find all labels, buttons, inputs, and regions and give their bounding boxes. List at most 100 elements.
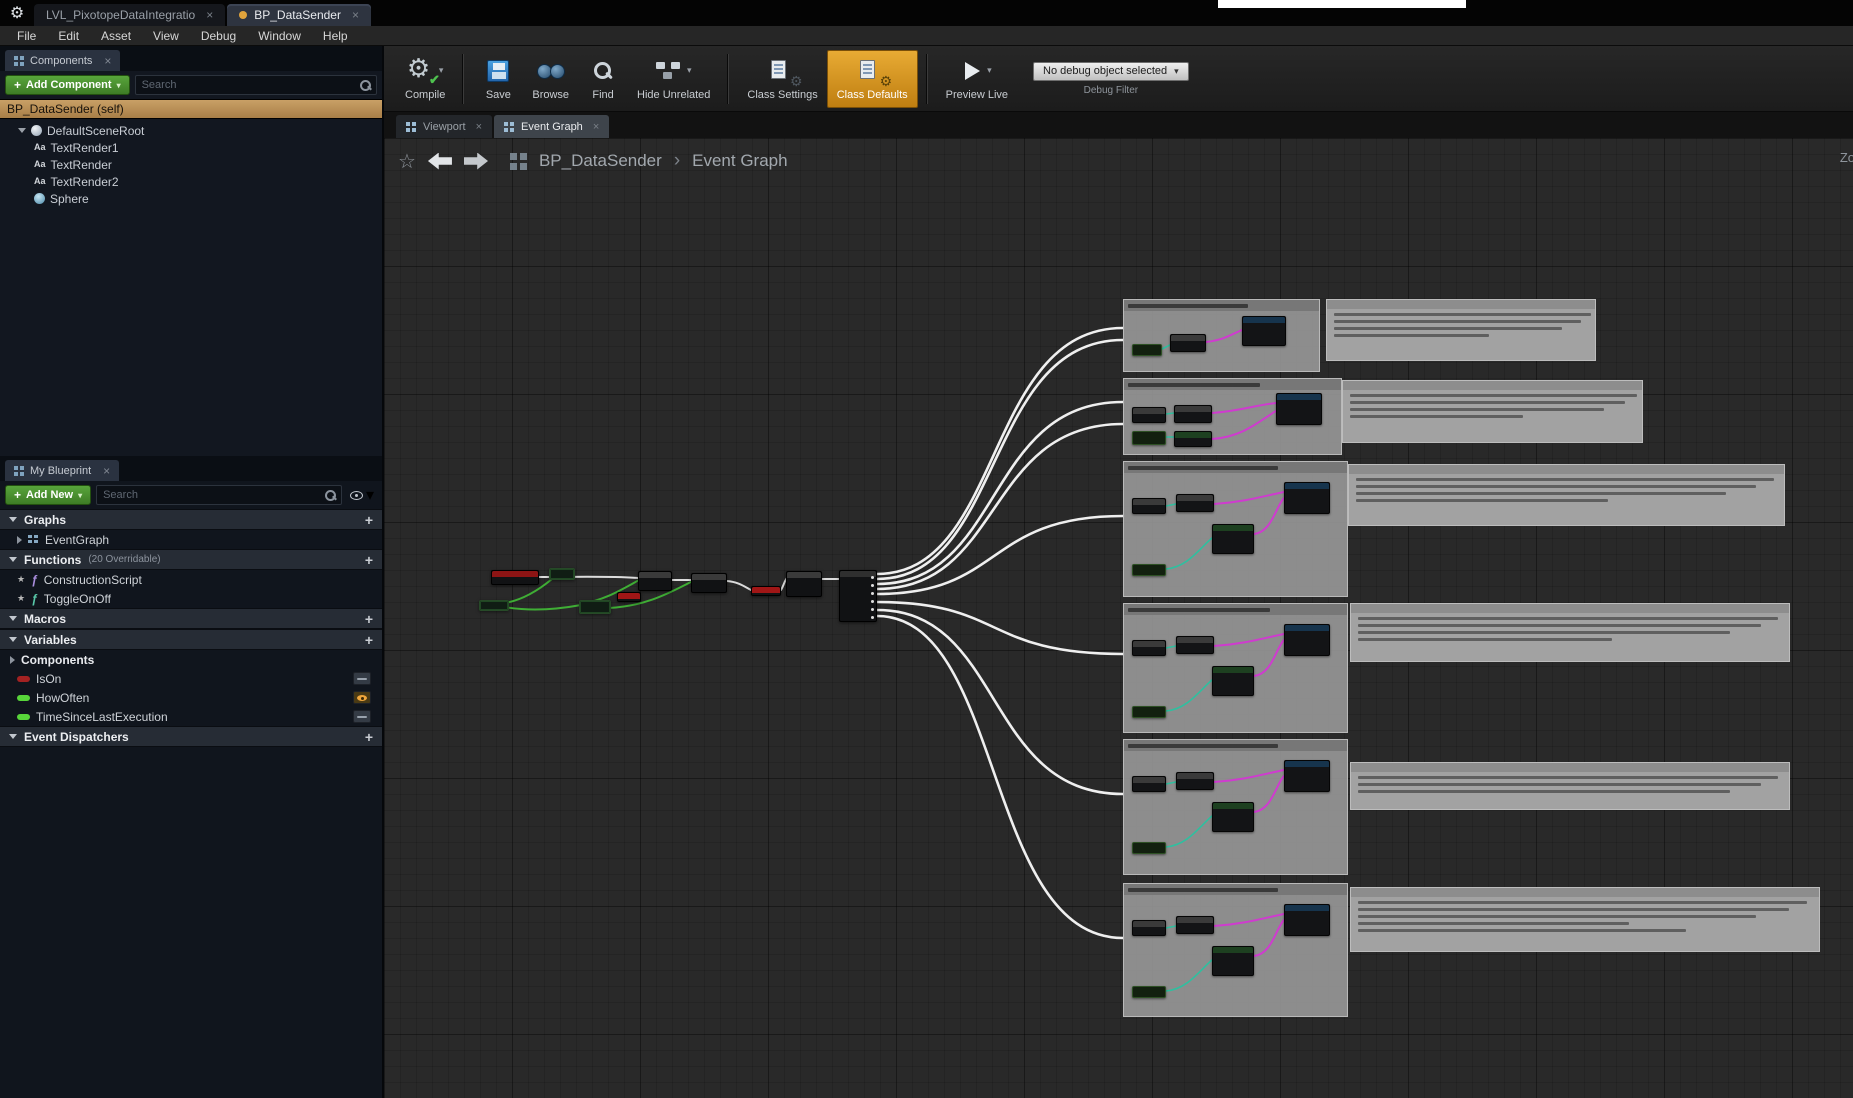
collapse-triangle-icon[interactable] (9, 517, 17, 522)
blueprint-node[interactable] (1132, 564, 1166, 576)
blueprint-node[interactable] (1132, 776, 1166, 792)
close-icon[interactable]: × (352, 8, 359, 22)
collapse-triangle-icon[interactable] (9, 734, 17, 739)
add-variables-button[interactable]: + (365, 633, 373, 647)
section-macros[interactable]: Macros+ (0, 608, 382, 629)
close-icon[interactable]: × (593, 121, 599, 133)
blueprint-node[interactable] (1170, 334, 1206, 352)
blueprint-node[interactable] (1276, 393, 1322, 425)
blueprint-node[interactable] (1132, 920, 1166, 936)
add-component-button[interactable]: + Add Component ▾ (5, 75, 130, 95)
menu-debug[interactable]: Debug (190, 26, 247, 45)
variables-subgroup-components[interactable]: Components (0, 650, 382, 669)
node-group[interactable] (1123, 739, 1348, 875)
blueprint-node[interactable] (786, 571, 822, 597)
variable-item-ison[interactable]: IsOn (0, 669, 382, 688)
favorite-star-icon[interactable]: ☆ (398, 149, 416, 174)
blueprint-node[interactable] (751, 586, 781, 596)
blueprint-node[interactable] (1132, 842, 1166, 854)
menu-edit[interactable]: Edit (47, 26, 90, 45)
blueprint-node[interactable] (1284, 760, 1330, 792)
tree-item-defaultsceneroot[interactable]: DefaultSceneRoot (0, 122, 382, 139)
graph-item-eventgraph[interactable]: EventGraph (0, 530, 382, 549)
blueprint-node[interactable] (1176, 916, 1214, 934)
tab-components[interactable]: Components × (5, 50, 120, 71)
blueprint-node[interactable] (491, 570, 539, 585)
comment-box[interactable] (1350, 603, 1790, 662)
asset-tab-2[interactable]: BP_DataSender× (227, 4, 371, 26)
blueprint-node[interactable] (1212, 524, 1254, 554)
comment-box[interactable] (1348, 464, 1785, 526)
tab-viewport[interactable]: Viewport× (396, 115, 492, 138)
browse-button[interactable]: Browse (523, 50, 578, 108)
debug-object-dropdown[interactable]: No debug object selected▾ (1033, 62, 1189, 81)
node-group[interactable] (1123, 883, 1348, 1017)
blueprint-node[interactable] (1242, 316, 1286, 346)
blueprint-node[interactable] (1174, 431, 1212, 447)
menu-window[interactable]: Window (247, 26, 312, 45)
blueprint-node[interactable] (479, 600, 509, 611)
comment-box[interactable] (1350, 762, 1790, 810)
components-search-input[interactable] (136, 79, 358, 91)
exec-pin[interactable] (871, 576, 874, 579)
node-group[interactable] (1123, 299, 1320, 372)
visibility-filter-button[interactable]: ▾ (347, 485, 377, 505)
class-settings-button[interactable]: ⚙Class Settings (738, 50, 826, 108)
hide-unrelated-button[interactable]: ▾Hide Unrelated (628, 50, 719, 108)
section-graphs[interactable]: Graphs+ (0, 509, 382, 530)
collapse-triangle-icon[interactable] (9, 637, 17, 642)
menu-view[interactable]: View (142, 26, 190, 45)
eye-closed-icon[interactable] (353, 672, 371, 685)
blueprint-node[interactable] (1132, 986, 1166, 998)
blueprint-node[interactable] (1176, 636, 1214, 654)
blueprint-node[interactable] (1132, 344, 1162, 356)
node-group[interactable] (1123, 378, 1342, 455)
function-item-toggleonoff[interactable]: ★ƒToggleOnOff (0, 589, 382, 608)
blueprint-node[interactable] (1176, 772, 1214, 790)
blueprint-node[interactable] (1132, 407, 1166, 423)
add-new-button[interactable]: + Add New ▾ (5, 485, 91, 505)
collapse-triangle-icon[interactable] (9, 616, 17, 621)
blueprint-node[interactable] (579, 600, 611, 614)
comment-box[interactable] (1342, 380, 1643, 443)
node-group[interactable] (1123, 461, 1348, 597)
blueprint-node[interactable] (839, 570, 877, 622)
section-functions[interactable]: Functions(20 Overridable)+ (0, 549, 382, 570)
blueprint-node[interactable] (638, 571, 672, 591)
blueprint-node[interactable] (549, 568, 575, 580)
compile-button[interactable]: ⚙✔▾Compile (396, 50, 454, 108)
forward-arrow-icon[interactable] (464, 153, 488, 170)
save-button[interactable]: Save (473, 50, 523, 108)
blueprint-node[interactable] (1176, 494, 1214, 512)
menu-file[interactable]: File (6, 26, 47, 45)
blueprint-node[interactable] (1132, 431, 1166, 445)
blueprint-node[interactable] (1284, 482, 1330, 514)
expander-icon[interactable] (10, 656, 15, 664)
menu-asset[interactable]: Asset (90, 26, 142, 45)
blueprint-node[interactable] (691, 573, 727, 593)
section-event-dispatchers[interactable]: Event Dispatchers+ (0, 726, 382, 747)
class-defaults-button[interactable]: ⚙Class Defaults (827, 50, 918, 108)
blueprint-node[interactable] (1284, 624, 1330, 656)
exec-pin[interactable] (871, 600, 874, 603)
function-item-constructionscript[interactable]: ★ƒConstructionScript (0, 570, 382, 589)
eye-closed-icon[interactable] (353, 710, 371, 723)
preview-live-button[interactable]: ▾Preview Live (937, 50, 1017, 108)
add-event-dispatchers-button[interactable]: + (365, 730, 373, 744)
close-icon[interactable]: × (476, 121, 482, 133)
exec-pin[interactable] (871, 616, 874, 619)
blueprint-node[interactable] (1212, 946, 1254, 976)
chevron-down-icon[interactable]: ▾ (987, 65, 992, 76)
add-macros-button[interactable]: + (365, 612, 373, 626)
section-variables[interactable]: Variables+ (0, 629, 382, 650)
expander-icon[interactable] (17, 536, 22, 544)
expander-icon[interactable] (18, 128, 26, 133)
blueprint-node[interactable] (1132, 706, 1166, 718)
blueprint-node[interactable] (1212, 666, 1254, 696)
tree-item-textrender1[interactable]: AaTextRender1 (0, 139, 382, 156)
blueprint-node[interactable] (617, 592, 641, 602)
chevron-down-icon[interactable]: ▾ (687, 65, 692, 76)
close-icon[interactable]: × (103, 464, 110, 478)
my-blueprint-search-input[interactable] (97, 489, 323, 501)
exec-pin[interactable] (871, 584, 874, 587)
